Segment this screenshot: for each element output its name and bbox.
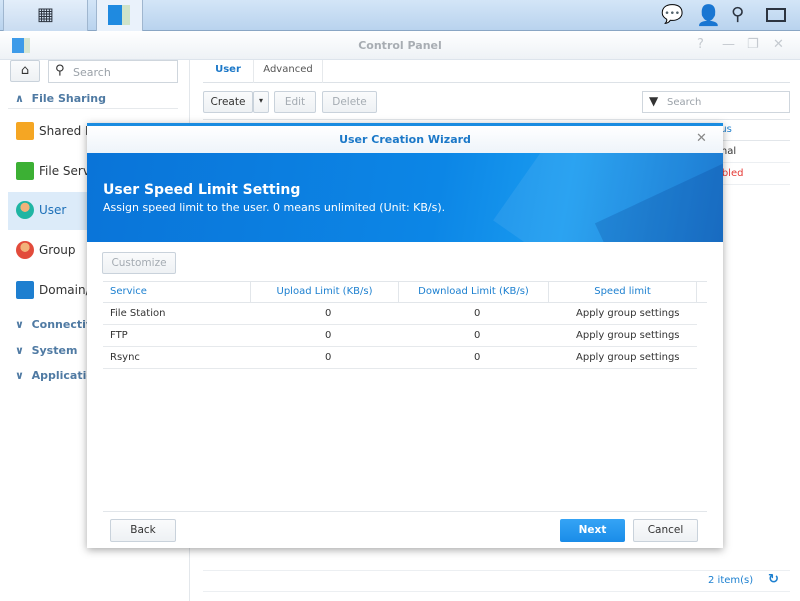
create-dropdown-button[interactable]: ▾ [253,91,269,113]
window-title: Control Panel [358,39,442,52]
chat-icon[interactable]: 💬 [661,4,683,25]
help-icon[interactable]: ? [697,37,704,52]
cancel-button[interactable]: Cancel [633,519,698,542]
domain-ldap-icon [16,281,34,299]
group-icon [16,241,34,259]
tab-user[interactable]: User [203,60,253,83]
shared-folder-icon [16,122,34,140]
search-icon[interactable]: ⚲ [731,4,744,25]
customize-button[interactable]: Customize [102,252,176,274]
main-menu-button[interactable]: ▦ [3,0,88,31]
caret-down-icon: ▾ [258,96,263,105]
refresh-icon[interactable]: ↻ [768,572,779,587]
dialog-banner: User Speed Limit Setting Assign speed li… [87,153,723,242]
delete-button[interactable]: Delete [322,91,377,113]
tab-advanced[interactable]: Advanced [253,60,323,83]
edit-button[interactable]: Edit [274,91,316,113]
main-menu-icon: ▦ [37,4,55,25]
close-icon[interactable]: ✕ [773,37,784,52]
dialog-close-icon[interactable]: ✕ [696,131,707,146]
control-panel-app-icon [108,5,122,25]
user-search-input[interactable]: ▼ Search [642,91,790,113]
restore-icon[interactable]: ❐ [747,37,759,52]
control-panel-taskbar-button[interactable] [96,0,143,31]
home-button[interactable]: ⌂ [10,60,40,82]
next-button[interactable]: Next [560,519,625,542]
widgets-icon[interactable] [766,8,786,22]
home-icon: ⌂ [20,63,30,78]
table-row[interactable]: FTP 0 0 Apply group settings [103,325,697,347]
filter-icon: ▼ [649,94,659,108]
table-footer: 2 item(s) ↻ [203,570,790,592]
user-creation-wizard-dialog: User Creation Wizard ✕ User Speed Limit … [87,123,723,548]
column-header-service[interactable]: Service [103,282,251,302]
column-header-speed-limit[interactable]: Speed limit [549,282,697,302]
taskbar: ▦ 💬 👤 ⚲ [0,0,800,31]
sidebar-section-file-sharing[interactable]: ∧ File Sharing [15,92,106,105]
column-header-download-limit[interactable]: Download Limit (KB/s) [399,282,549,302]
file-services-icon [16,162,34,180]
table-row[interactable]: File Station 0 0 Apply group settings [103,303,697,325]
sidebar-search-input[interactable]: ⚲ Search [48,60,178,83]
tab-bar: User Advanced [203,60,790,83]
search-icon: ⚲ [55,63,65,78]
table-row[interactable]: Rsync 0 0 Apply group settings [103,347,697,369]
user-icon [16,201,34,219]
user-icon[interactable]: 👤 [696,3,721,27]
minimize-icon[interactable]: — [722,37,735,52]
create-button[interactable]: Create [203,91,253,113]
column-header-upload-limit[interactable]: Upload Limit (KB/s) [251,282,399,302]
dialog-title: User Creation Wizard [87,126,723,153]
dialog-heading: User Speed Limit Setting [103,182,301,198]
sidebar-section-system[interactable]: ∨ System [15,344,77,357]
back-button[interactable]: Back [110,519,176,542]
dialog-subheading: Assign speed limit to the user. 0 means … [103,201,446,214]
